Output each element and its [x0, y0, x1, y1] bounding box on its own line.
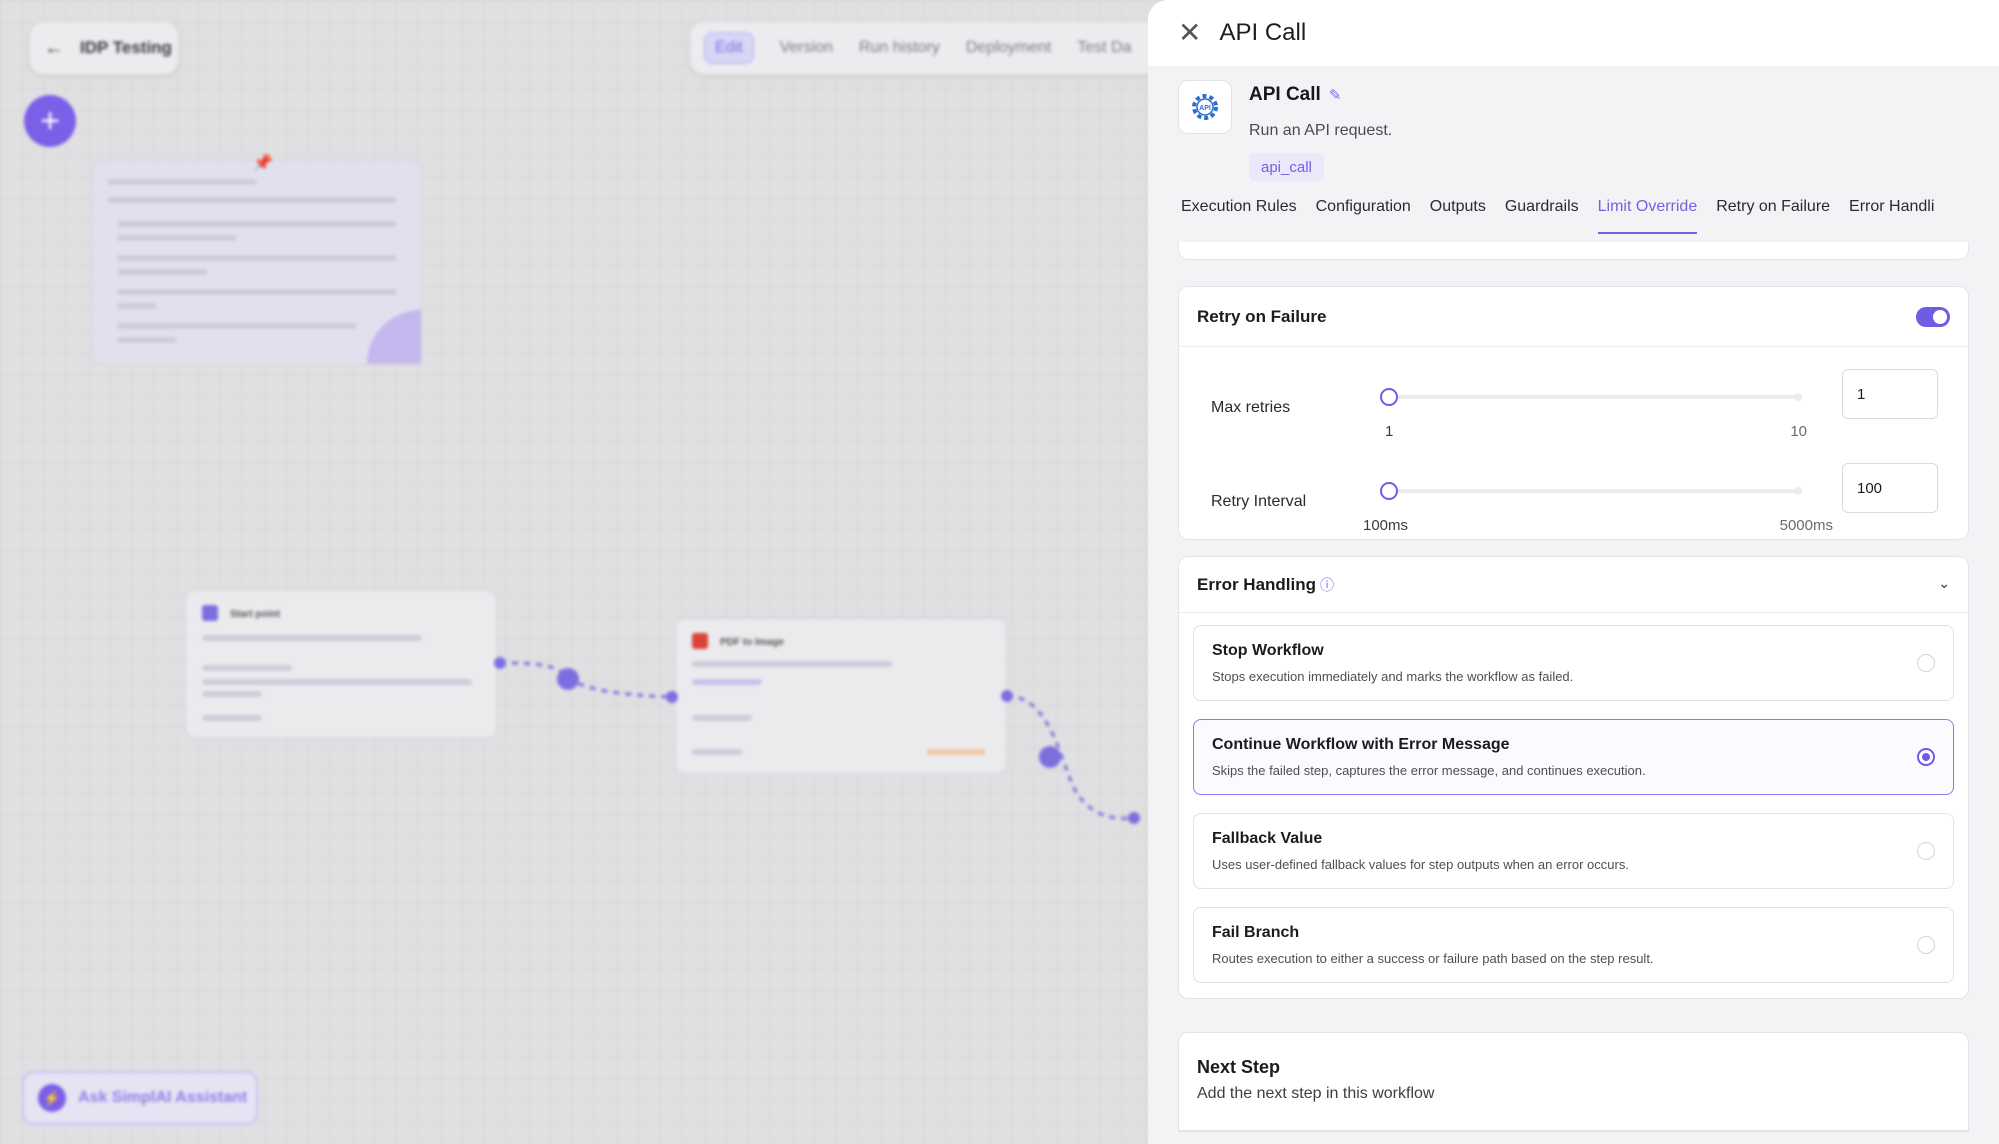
tab-execution-rules[interactable]: Execution Rules: [1181, 198, 1297, 234]
option-title: Fallback Value: [1212, 830, 1323, 847]
assistant-logo-icon: ⚡: [38, 1084, 66, 1112]
chevron-down-icon[interactable]: ⌄: [1938, 575, 1950, 592]
retry-on-failure-card: Retry on Failure Max retries 1 10 Retry …: [1178, 286, 1969, 540]
info-icon[interactable]: ⓘ: [1320, 575, 1334, 595]
option-description: Routes execution to either a success or …: [1212, 951, 1654, 966]
option-description: Uses user-defined fallback values for st…: [1212, 857, 1629, 872]
panel-tabs: Execution Rules Configuration Outputs Gu…: [1148, 198, 1999, 234]
retry-interval-row: Retry Interval 100ms 5000ms: [1179, 463, 1970, 534]
step-name-text: API Call: [1249, 84, 1321, 105]
gear-api-icon: API: [1178, 80, 1232, 134]
option-title: Continue Workflow with Error Message: [1212, 736, 1510, 753]
next-step-description: Add the next step in this workflow: [1197, 1085, 1435, 1102]
max-retries-row: Max retries 1 10: [1179, 369, 1970, 440]
tab-error-handling[interactable]: Error Handli: [1849, 198, 1934, 234]
retry-interval-slider[interactable]: 100ms 5000ms: [1363, 482, 1833, 534]
step-settings-panel: ✕ API Call API API Call ✎ Run an API req…: [1148, 0, 1999, 1144]
close-icon[interactable]: ✕: [1178, 19, 1201, 47]
option-continue-with-error[interactable]: Continue Workflow with Error Message Ski…: [1193, 719, 1954, 795]
option-fallback-value[interactable]: Fallback Value Uses user-defined fallbac…: [1193, 813, 1954, 889]
previous-card-bottom: [1178, 242, 1969, 260]
option-fail-branch[interactable]: Fail Branch Routes execution to either a…: [1193, 907, 1954, 983]
slider-end-dot: [1794, 487, 1802, 495]
workflow-edges: [494, 657, 1140, 824]
next-step-title: Next Step: [1197, 1057, 1281, 1077]
retry-card-header: Retry on Failure: [1179, 287, 1968, 347]
max-retries-input[interactable]: [1842, 369, 1938, 419]
option-radio[interactable]: [1917, 748, 1935, 766]
option-description: Skips the failed step, captures the erro…: [1212, 763, 1646, 778]
retry-toggle[interactable]: [1916, 307, 1950, 327]
retry-interval-slider-thumb[interactable]: [1380, 482, 1398, 500]
max-retries-max: 10: [1790, 423, 1807, 440]
svg-text:API: API: [1199, 105, 1211, 112]
option-radio[interactable]: [1917, 842, 1935, 860]
ask-assistant-button[interactable]: ⚡ Ask SimplAI Assistant: [22, 1071, 258, 1125]
option-stop-workflow[interactable]: Stop Workflow Stops execution immediatel…: [1193, 625, 1954, 701]
tab-retry-on-failure[interactable]: Retry on Failure: [1716, 198, 1830, 234]
ask-assistant-label: Ask SimplAI Assistant: [78, 1089, 248, 1106]
panel-header: ✕ API Call: [1148, 0, 1999, 66]
edit-pencil-icon[interactable]: ✎: [1329, 86, 1342, 104]
retry-interval-min: 100ms: [1363, 517, 1409, 534]
retry-interval-max: 5000ms: [1779, 517, 1833, 534]
panel-title: API Call: [1219, 19, 1307, 46]
slider-end-dot: [1794, 393, 1802, 401]
error-handling-title: Error Handling: [1197, 574, 1317, 594]
option-radio[interactable]: [1917, 654, 1935, 672]
workflow-canvas: ← IDP Testing Edit Version Run history D…: [0, 0, 1160, 1144]
option-title: Stop Workflow: [1212, 642, 1324, 659]
error-handling-card: Error Handling ⓘ ⌄ Stop Workflow Stops e…: [1178, 556, 1969, 999]
max-retries-min: 1: [1385, 423, 1394, 440]
option-description: Stops execution immediately and marks th…: [1212, 669, 1574, 684]
tab-guardrails[interactable]: Guardrails: [1505, 198, 1579, 234]
error-handling-header[interactable]: Error Handling ⓘ: [1179, 557, 1968, 613]
max-retries-slider[interactable]: 1 10: [1380, 388, 1807, 440]
retry-interval-label: Retry Interval: [1211, 493, 1307, 510]
option-radio[interactable]: [1917, 936, 1935, 954]
step-type-badge: api_call: [1249, 153, 1324, 181]
step-name: API Call ✎: [1249, 84, 1341, 106]
retry-interval-input[interactable]: [1842, 463, 1938, 513]
tab-limit-override[interactable]: Limit Override: [1597, 198, 1698, 234]
tab-outputs[interactable]: Outputs: [1430, 198, 1486, 234]
option-title: Fail Branch: [1212, 924, 1300, 941]
tab-configuration[interactable]: Configuration: [1316, 198, 1411, 234]
divider: [1179, 1130, 1970, 1131]
max-retries-slider-thumb[interactable]: [1380, 388, 1398, 406]
retry-card-title: Retry on Failure: [1197, 306, 1327, 326]
max-retries-label: Max retries: [1211, 399, 1291, 416]
next-step-card[interactable]: Next Step Add the next step in this work…: [1178, 1032, 1970, 1132]
step-description: Run an API request.: [1249, 122, 1393, 139]
